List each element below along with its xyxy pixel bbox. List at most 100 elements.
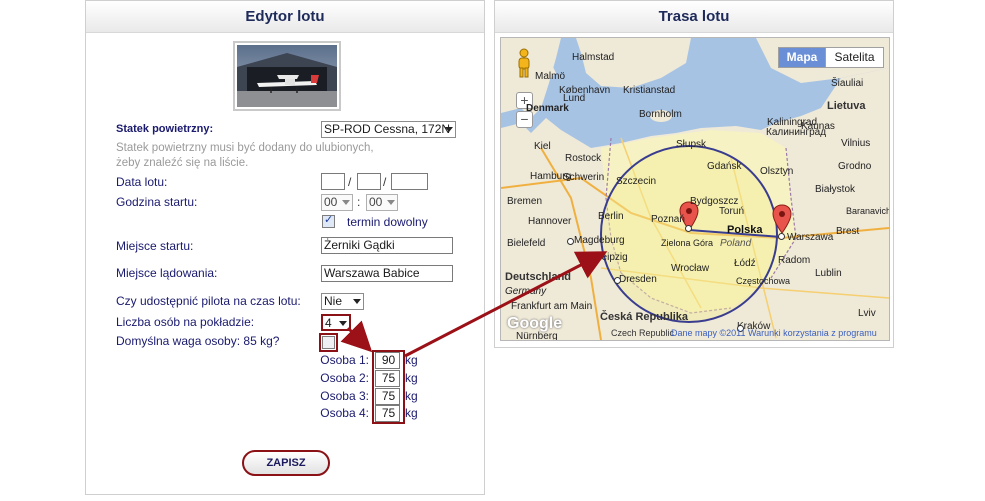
chevron-down-icon [353, 299, 361, 304]
default-weight-label: Domyślna waga osoby: 85 kg? [116, 334, 280, 348]
city-label: Schwerin [563, 172, 605, 183]
city-dot [685, 225, 692, 232]
arrival-value: Warszawa Babice [324, 266, 420, 280]
city-label: Dresden [619, 274, 657, 285]
default-weight-checkbox[interactable] [319, 333, 338, 352]
departure-value: Żerniki Gądki [324, 238, 395, 252]
minute-value: 00 [369, 195, 383, 209]
person-weight-input[interactable]: 75 [375, 370, 400, 387]
person-label: Osoba 2: [320, 371, 369, 385]
map-type-satellite-tab[interactable]: Satelita [825, 47, 884, 68]
date-separator: / [383, 175, 387, 189]
city-label: Olsztyn [760, 166, 794, 177]
map-legal-left: Czech Republic [611, 328, 675, 338]
aircraft-label: Statek powietrzny: [116, 123, 214, 135]
city-label: Lublin [815, 268, 842, 279]
person-label: Osoba 4: [320, 406, 369, 420]
city-label: Berlin [598, 211, 624, 222]
city-label: Lund [563, 93, 586, 104]
hour-value: 00 [324, 195, 338, 209]
city-label: Bielefeld [507, 238, 546, 249]
map-terms-link[interactable]: Dane mapy ©2011 Warunki korzystania z pr… [671, 328, 877, 338]
country-label: Deutschland [505, 271, 572, 283]
city-label: Toruń [719, 206, 745, 217]
arrival-label: Miejsce lądowania: [116, 266, 218, 280]
country-label: Polska [727, 224, 763, 236]
person-weight-input[interactable]: 75 [375, 388, 400, 405]
departure-label: Miejsce startu: [116, 239, 194, 253]
city-label: Magdeburg [574, 235, 625, 246]
person-label: Osoba 3: [320, 389, 369, 403]
city-label: Bornholm [639, 109, 682, 120]
date-month-input[interactable] [357, 173, 381, 190]
city-label: Rostock [565, 153, 602, 164]
city-label: Malmö [535, 71, 566, 82]
arrival-input[interactable]: Warszawa Babice [321, 265, 453, 282]
city-label: Hannover [528, 216, 572, 227]
street-view-pegman-icon[interactable] [516, 48, 532, 78]
weight-unit: kg [405, 353, 418, 367]
city-label: Halmstad [572, 52, 615, 63]
weight-unit: kg [405, 371, 418, 385]
city-label: Słupsk [676, 139, 707, 150]
route-map[interactable]: + − Mapa Satelita Halmstad Malmö Københa… [500, 37, 890, 341]
city-label: Białystok [815, 184, 856, 195]
arrival-marker-icon[interactable] [772, 204, 792, 234]
persons-count-value: 4 [325, 316, 332, 330]
city-label: Częstochowa [736, 276, 791, 286]
route-title: Trasa lotu [495, 1, 893, 33]
weight-unit: kg [405, 389, 418, 403]
person-weight-value: 75 [381, 371, 396, 385]
share-pilot-label: Czy udostępnić pilota na czas lotu: [116, 294, 301, 308]
city-label: Zielona Góra [661, 238, 714, 248]
share-pilot-select[interactable]: Nie [321, 293, 364, 310]
city-label: Wrocław [671, 263, 710, 274]
city-dot [778, 233, 785, 240]
chevron-down-icon [387, 200, 395, 205]
weight-unit: kg [405, 406, 418, 420]
city-label: Łódź [734, 258, 756, 269]
city-dot [614, 277, 621, 284]
city-label: Kiel [534, 141, 551, 152]
city-label: Brest [836, 226, 860, 237]
flexible-date-label: termin dowolny [347, 215, 428, 229]
city-label: Bremen [507, 196, 543, 207]
save-button[interactable]: ZAPISZ [242, 450, 330, 476]
country-label: Denmark [526, 103, 569, 114]
chevron-down-icon [342, 200, 350, 205]
aircraft-select-value: SP-ROD Cessna, 172N [324, 122, 451, 136]
hour-select[interactable]: 00 [321, 194, 353, 211]
date-label: Data lotu: [116, 175, 168, 189]
date-separator: / [348, 175, 352, 189]
chevron-down-icon [339, 321, 347, 326]
person-weight-value: 75 [381, 406, 396, 420]
aircraft-select[interactable]: SP-ROD Cessna, 172N [321, 121, 456, 138]
persons-count-select[interactable]: 4 [321, 314, 351, 331]
country-label: Germany [505, 286, 547, 297]
city-label: Grodno [838, 161, 872, 172]
departure-input[interactable]: Żerniki Gądki [321, 237, 453, 254]
city-label: Kaunas [801, 121, 835, 132]
city-label: Baranavichy [846, 206, 889, 216]
country-label: Lietuva [827, 100, 866, 112]
date-year-input[interactable] [391, 173, 428, 190]
minute-select[interactable]: 00 [366, 194, 398, 211]
country-label: Česká Republika [600, 311, 689, 323]
city-label: Lviv [858, 308, 876, 319]
chevron-down-icon [445, 127, 453, 132]
person-weight-input[interactable]: 90 [375, 352, 400, 369]
city-label: Šiauliai [831, 78, 864, 89]
editor-title: Edytor lotu [86, 1, 484, 33]
person-weight-input[interactable]: 75 [375, 405, 400, 422]
flight-editor-panel: Edytor lotu Statek powietrzny: SP-ROD Ce… [85, 0, 485, 495]
city-label: Poznań [651, 214, 685, 225]
city-label: Szczecin [616, 176, 657, 187]
map-type-map-tab[interactable]: Mapa [778, 47, 826, 68]
city-label: Frankfurt am Main [511, 301, 593, 312]
country-label: Poland [720, 238, 752, 249]
aircraft-hint: Statek powietrzny musi być dodany do ulu… [116, 142, 374, 169]
aircraft-photo [233, 41, 341, 111]
date-day-input[interactable] [321, 173, 345, 190]
flexible-date-checkbox[interactable] [322, 213, 335, 228]
person-weight-value: 75 [381, 389, 396, 403]
